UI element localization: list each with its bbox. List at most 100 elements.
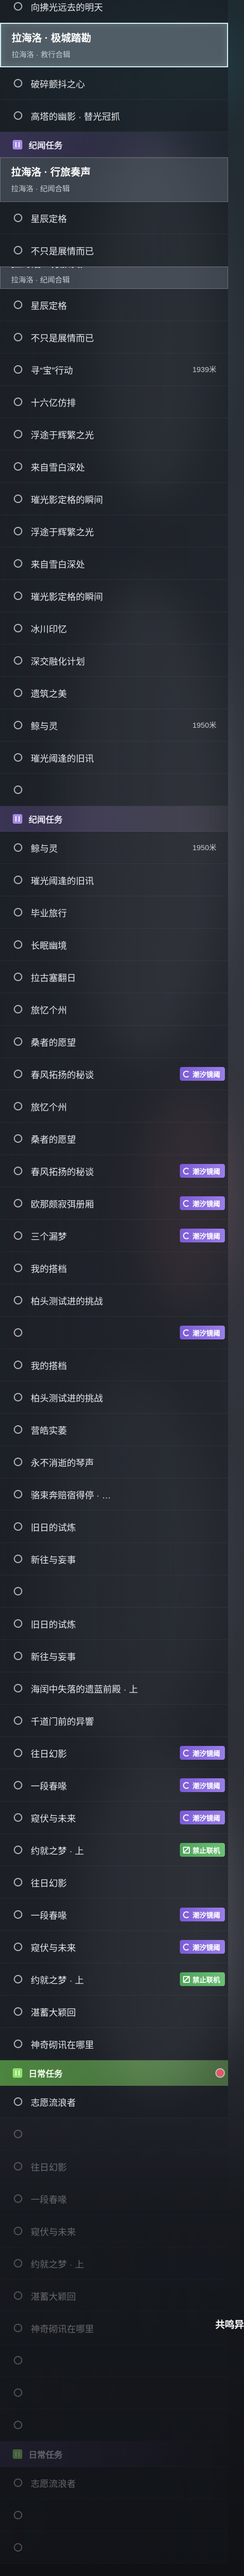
quest-item[interactable]: 不只是展情而已 bbox=[0, 234, 228, 267]
quest-item[interactable]: 欧那颇寂弭册厢 潮汐镜阈 bbox=[0, 1187, 228, 1220]
quest-group-header[interactable]: 拉海洛 · 极城踏勘 拉海洛 · 救行合辑 bbox=[0, 23, 228, 67]
quest-item[interactable]: 浮途于辉繁之光 bbox=[0, 418, 228, 451]
quest-item[interactable]: 旅忆个州 bbox=[0, 1090, 228, 1123]
quest-item[interactable]: 旧日的试炼 bbox=[0, 1608, 228, 1640]
quest-item[interactable]: 旧日的试炼 bbox=[0, 1511, 228, 1543]
quest-item[interactable]: 高塔的幽影 · 替光冠抓 bbox=[0, 100, 228, 132]
quest-item[interactable]: 神奇砌讯在哪里 bbox=[0, 2028, 228, 2060]
quest-item[interactable]: 新往与妄事 bbox=[0, 1543, 228, 1575]
tide-swirl-icon bbox=[182, 1911, 190, 1918]
quest-item[interactable]: 遗筑之美 bbox=[0, 677, 228, 709]
quest-item[interactable]: 鲸与灵 1950米 bbox=[0, 832, 228, 864]
quest-status-ring-icon bbox=[14, 1943, 22, 1951]
quest-item[interactable]: 来自雪白深处 bbox=[0, 451, 228, 483]
quest-item[interactable]: 破碎颤抖之心 bbox=[0, 67, 228, 100]
quest-item[interactable]: 长眠幽境 bbox=[0, 929, 228, 961]
quest-status-ring-icon bbox=[14, 1878, 22, 1886]
quest-item[interactable]: 柏头测试进的挑战 bbox=[0, 1284, 228, 1317]
no-coop-icon bbox=[182, 1846, 190, 1854]
tide-swirl-icon bbox=[182, 1070, 190, 1078]
quest-item[interactable]: 潮汐镜阈 bbox=[0, 1317, 228, 1349]
quest-item[interactable]: 海闰中失落的遗蓝前殿 · 上 bbox=[0, 1672, 228, 1705]
quest-status-ring-icon bbox=[14, 1167, 22, 1175]
quest-item[interactable] bbox=[0, 2118, 228, 2150]
category-header[interactable]: 日常任务 bbox=[0, 2441, 228, 2467]
tracking-dot-icon[interactable] bbox=[216, 2069, 224, 2077]
quest-status-ring-icon bbox=[14, 1102, 22, 1110]
quest-group-header[interactable]: 拉海洛 · 行旅奏声拉海洛 · 纪闻合辑 bbox=[0, 267, 228, 289]
quest-item[interactable]: 志愿流浪者 bbox=[0, 2467, 228, 2499]
quest-item[interactable] bbox=[0, 2531, 228, 2564]
quest-item[interactable]: 浮途于辉繁之光 bbox=[0, 515, 228, 548]
quest-item[interactable]: 约就之梦 · 上 禁止联机 bbox=[0, 1834, 228, 1866]
quest-item[interactable] bbox=[0, 2409, 228, 2441]
quest-item[interactable]: 十六亿仿排 bbox=[0, 386, 228, 418]
quest-item[interactable]: 向拂光远去的明天 bbox=[0, 0, 228, 23]
quest-item[interactable]: 深交融化计划 bbox=[0, 645, 228, 677]
quest-item[interactable]: 骆束奔赔宿得停 · … bbox=[0, 1478, 228, 1511]
quest-item[interactable]: 旅忆个州 bbox=[0, 993, 228, 1026]
tide-realm-badge: 潮汐镜阈 bbox=[179, 1196, 225, 1210]
quest-item[interactable]: 毕业旅行 bbox=[0, 896, 228, 929]
quest-item[interactable]: 往日幻影 bbox=[0, 1866, 228, 1899]
quest-item[interactable] bbox=[0, 2499, 228, 2531]
quest-group-header[interactable]: 拉海洛 · 行旅奏声拉海洛 · 纪闻合辑 bbox=[0, 157, 228, 202]
quest-item[interactable]: 约就之梦 · 上 禁止联机 bbox=[0, 1963, 228, 1996]
tide-swirl-icon bbox=[182, 1199, 190, 1207]
quest-item[interactable]: 拉古塞翻日 bbox=[0, 961, 228, 993]
quest-title: 旧日的试炼 bbox=[31, 1619, 76, 1630]
category-icon-mark bbox=[15, 142, 20, 147]
quest-item[interactable]: 星辰定格 bbox=[0, 289, 228, 321]
quest-list[interactable]: 向拂光远去的明天 拉海洛 · 极城踏勘 拉海洛 · 救行合辑 破碎颤抖之心 高塔的幽影 … bbox=[0, 0, 228, 2564]
quest-item[interactable]: 一段春喙 bbox=[0, 2183, 228, 2215]
category-header[interactable]: 纪闻任务 bbox=[0, 132, 228, 157]
quest-item[interactable]: 冰川印忆 bbox=[0, 612, 228, 645]
quest-item[interactable]: 来自雪白深处 bbox=[0, 548, 228, 580]
quest-item[interactable] bbox=[0, 2344, 228, 2377]
category-header[interactable]: 纪闻任务 bbox=[0, 806, 228, 832]
quest-item[interactable]: 神奇砌讯在哪里 bbox=[0, 2312, 228, 2344]
quest-item[interactable]: 一段春喙 潮汐镜阈 bbox=[0, 1769, 228, 1802]
quest-item[interactable]: 千道门前的异響 bbox=[0, 1705, 228, 1737]
quest-item[interactable]: 一段春喙 潮汐镜阈 bbox=[0, 1899, 228, 1931]
quest-item[interactable]: 湛蓄大颖回 bbox=[0, 2280, 228, 2312]
quest-item[interactable]: 桑者的愿望 bbox=[0, 1026, 228, 1058]
quest-item[interactable]: 窥伏与未来 潮汐镜阈 bbox=[0, 1802, 228, 1834]
quest-item[interactable]: 春风拓扬的秘谈 潮汐镜阈 bbox=[0, 1155, 228, 1187]
quest-item[interactable]: 寻“宝”行动 1939米 bbox=[0, 354, 228, 386]
quest-item[interactable]: 三个漏梦 潮汐镜阈 bbox=[0, 1220, 228, 1252]
quest-item[interactable]: 璀光阈逢的旧讯 bbox=[0, 742, 228, 774]
quest-item[interactable]: 永不消逝的琴声 bbox=[0, 1446, 228, 1478]
category-icon bbox=[13, 139, 22, 149]
quest-item[interactable]: 窥伏与未来 潮汐镜阈 bbox=[0, 1931, 228, 1963]
quest-title: 千道门前的异響 bbox=[31, 1716, 94, 1727]
quest-item[interactable] bbox=[0, 2377, 228, 2409]
quest-item[interactable]: 璀光阈逢的旧讯 bbox=[0, 864, 228, 896]
quest-item[interactable]: 约就之梦 · 上 bbox=[0, 2247, 228, 2280]
quest-item[interactable]: 不只是展情而已 bbox=[0, 321, 228, 354]
quest-item[interactable]: 璀光影定格的瞬间 bbox=[0, 580, 228, 612]
quest-item[interactable]: 桑者的愿望 bbox=[0, 1123, 228, 1155]
quest-status-ring-icon bbox=[14, 1587, 22, 1595]
quest-title: 营皓实萎 bbox=[31, 1425, 67, 1436]
quest-item[interactable]: 往日幻影 bbox=[0, 2150, 228, 2183]
quest-item[interactable]: 我的搭档 bbox=[0, 1252, 228, 1284]
quest-item[interactable]: 星辰定格 bbox=[0, 202, 228, 234]
quest-title: 桑者的愿望 bbox=[31, 1037, 76, 1048]
resonance-label[interactable]: 共鸣异 bbox=[215, 2317, 244, 2331]
quest-item[interactable]: 新往与妄事 bbox=[0, 1640, 228, 1672]
category-header[interactable]: 日常任务 bbox=[0, 2060, 228, 2086]
quest-item[interactable]: 志愿流浪者 bbox=[0, 2086, 228, 2118]
quest-item[interactable]: 鲸与灵 1950米 bbox=[0, 709, 228, 742]
quest-item[interactable]: 我的搭档 bbox=[0, 1349, 228, 1381]
quest-item[interactable]: 窥伏与未来 bbox=[0, 2215, 228, 2247]
quest-item[interactable] bbox=[0, 774, 228, 806]
quest-item[interactable]: 春风拓扬的秘谈 潮汐镜阈 bbox=[0, 1058, 228, 1090]
quest-title: 浮途于辉繁之光 bbox=[31, 527, 94, 537]
quest-item[interactable]: 湛蓄大颖回 bbox=[0, 1996, 228, 2028]
quest-item[interactable]: 柏头测试进的挑战 bbox=[0, 1381, 228, 1414]
quest-item[interactable] bbox=[0, 1575, 228, 1608]
quest-item[interactable]: 璀光影定格的瞬间 bbox=[0, 483, 228, 515]
quest-item[interactable]: 往日幻影 潮汐镜阈 bbox=[0, 1737, 228, 1769]
quest-item[interactable]: 营皓实萎 bbox=[0, 1414, 228, 1446]
